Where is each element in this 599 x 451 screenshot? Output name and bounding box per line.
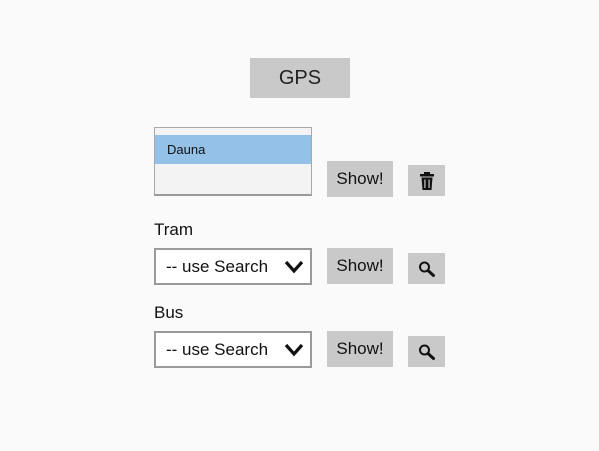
bus-select[interactable]: -- use Search <box>154 331 312 368</box>
tram-select[interactable]: -- use Search <box>154 248 312 285</box>
bus-show-button[interactable]: Show! <box>327 331 393 367</box>
gps-listbox[interactable]: Dauna <box>154 127 312 196</box>
bus-search-button[interactable] <box>408 336 445 367</box>
bus-label: Bus <box>154 303 184 322</box>
tram-label: Tram <box>154 220 194 239</box>
magnifier-icon <box>418 261 435 277</box>
tram-select-value: -- use Search <box>166 256 269 276</box>
show-label: Show! <box>336 256 384 275</box>
gps-show-button[interactable]: Show! <box>327 161 393 197</box>
tram-show-button[interactable]: Show! <box>327 248 393 284</box>
chevron-down-icon <box>284 260 304 273</box>
gps-button-label: GPS <box>278 66 322 89</box>
listbox-padding <box>155 128 311 135</box>
list-item-label: Dauna <box>167 142 206 157</box>
delete-button[interactable] <box>408 165 445 196</box>
show-label: Show! <box>336 339 384 358</box>
show-label: Show! <box>336 169 384 188</box>
chevron-down-icon <box>284 343 304 356</box>
trash-icon <box>419 171 434 190</box>
bus-select-value: -- use Search <box>166 339 269 359</box>
magnifier-icon <box>418 344 435 360</box>
tram-search-button[interactable] <box>408 253 445 284</box>
list-item[interactable]: Dauna <box>155 135 311 164</box>
gps-button[interactable]: GPS <box>250 58 350 98</box>
